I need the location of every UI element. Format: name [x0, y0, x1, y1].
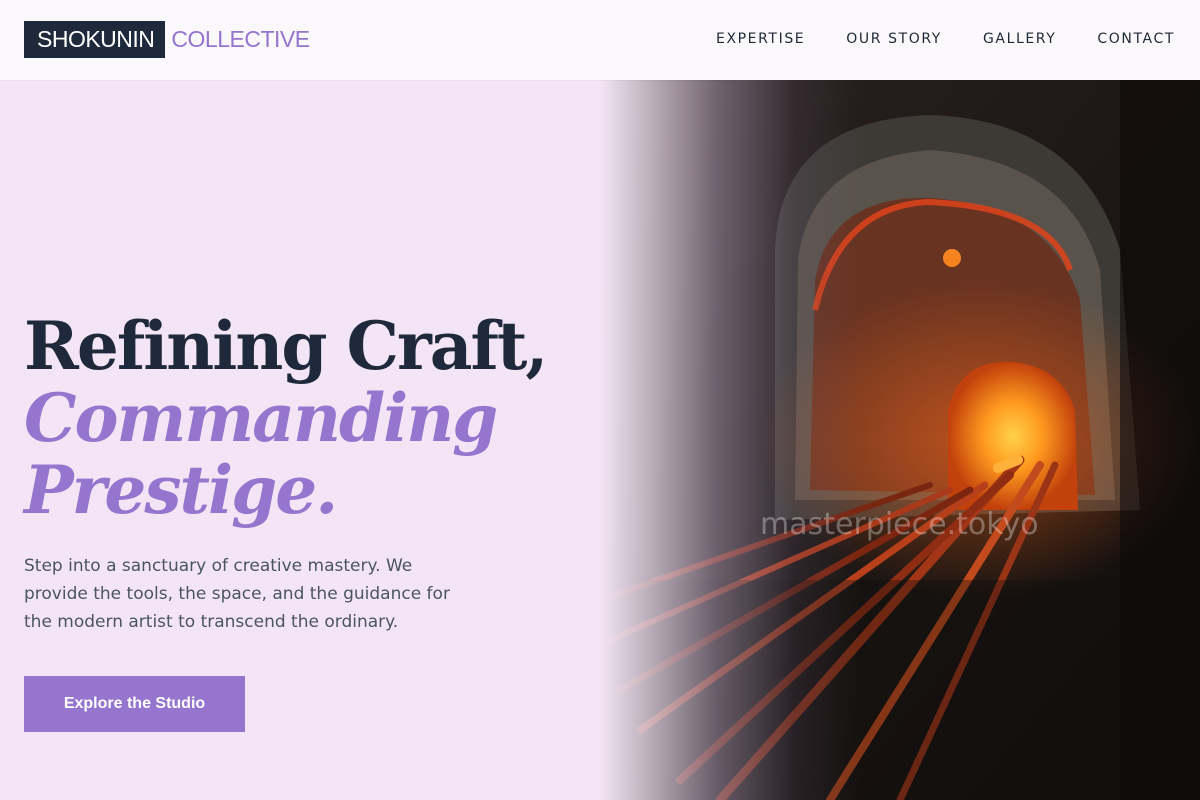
- nav-link-our-story[interactable]: OUR STORY: [846, 31, 942, 47]
- brand-logo[interactable]: SHOKUNIN COLLECTIVE: [24, 21, 310, 58]
- nav-link-expertise[interactable]: EXPERTISE: [716, 31, 805, 47]
- site-header: SHOKUNIN COLLECTIVE EXPERTISE OUR STORY …: [0, 0, 1200, 80]
- image-fade-overlay: [600, 80, 860, 800]
- image-watermark: masterpiece.tokyo: [760, 507, 1039, 542]
- logo-box: SHOKUNIN: [24, 21, 166, 58]
- main-nav: EXPERTISE OUR STORY GALLERY CONTACT: [716, 0, 1175, 78]
- nav-link-gallery[interactable]: GALLERY: [983, 31, 1056, 47]
- hero-headline: Refining Craft, Commanding Prestige.: [24, 310, 584, 526]
- logo-text: COLLECTIVE: [171, 26, 310, 52]
- headline-line-1: Refining Craft,: [24, 307, 548, 385]
- hero-subtitle: Step into a sanctuary of creative master…: [24, 556, 450, 632]
- explore-studio-button[interactable]: Explore the Studio: [24, 676, 245, 732]
- headline-line-3: Prestige.: [24, 451, 338, 529]
- hero-image-furnace: masterpiece.tokyo: [600, 80, 1200, 800]
- nav-link-contact[interactable]: CONTACT: [1097, 31, 1175, 47]
- headline-line-2: Commanding: [24, 379, 498, 457]
- hero-section: Refining Craft, Commanding Prestige. Ste…: [24, 310, 584, 636]
